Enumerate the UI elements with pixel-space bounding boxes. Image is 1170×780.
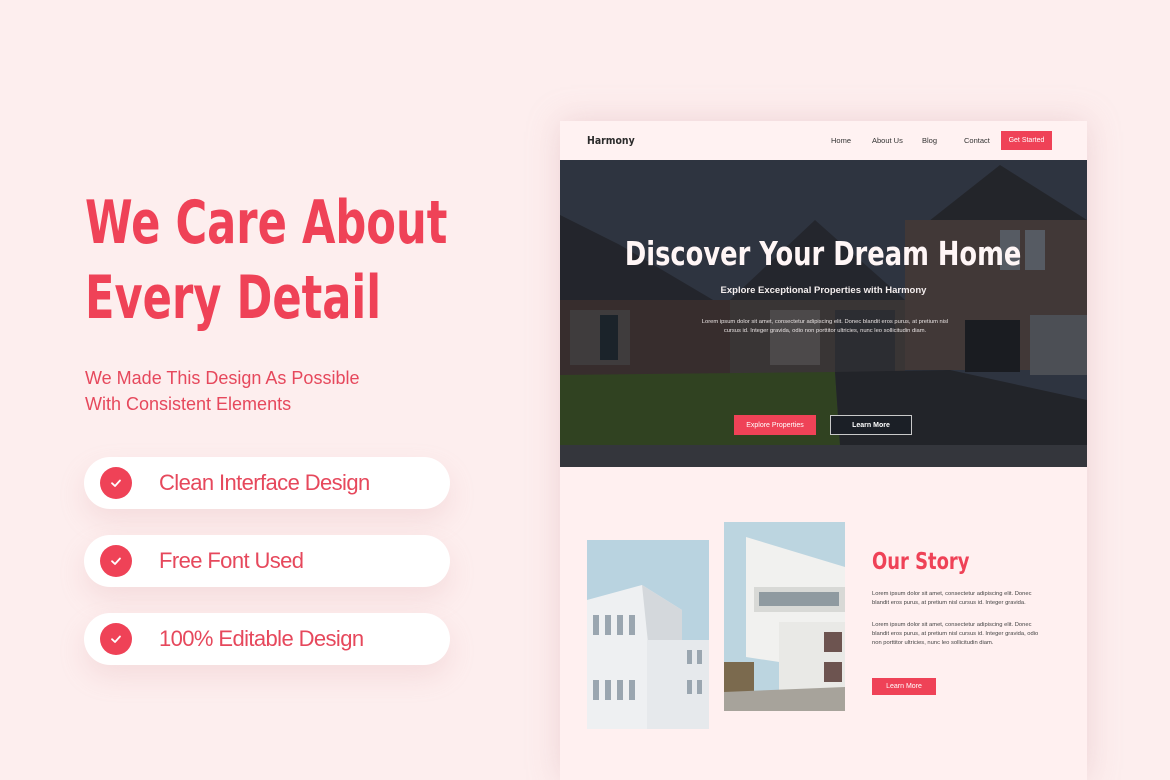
promo-title-line2: Every Detail [85,263,382,333]
hero-section: Discover Your Dream Home Explore Excepti… [560,160,1087,467]
check-icon [100,467,132,499]
website-mockup: Harmony Home About Us Blog Contact Get S… [560,121,1087,780]
logo[interactable]: Harmony [587,134,635,147]
story-title: Our Story [872,549,970,575]
promo-title: We Care About Every Detail [85,186,447,336]
check-icon [100,623,132,655]
feature-item: Free Font Used [84,535,450,587]
story-building-image-2 [724,522,845,711]
get-started-button[interactable]: Get Started [1001,131,1052,150]
promo-subtitle-line1: We Made This Design As Possible [85,368,360,388]
feature-label: Free Font Used [159,548,304,573]
promo-subtitle-line2: With Consistent Elements [85,394,292,414]
hero-body-text: Lorem ipsum dolor sit amet, consectetur … [701,319,949,334]
feature-item: 100% Editable Design [84,613,450,665]
learn-more-button[interactable]: Learn More [830,415,912,435]
check-icon [100,545,132,577]
story-paragraph-1: Lorem ipsum dolor sit amet, consectetur … [872,591,1032,606]
story-paragraph-2: Lorem ipsum dolor sit amet, consectetur … [872,622,1039,646]
hero-house-image [560,160,1087,467]
hero-subtitle: Explore Exceptional Properties with Harm… [720,285,927,296]
promo-title-line1: We Care About [85,188,448,258]
nav-link-about[interactable]: About Us [872,136,903,145]
nav-link-blog[interactable]: Blog [922,136,937,145]
story-learn-more-button[interactable]: Learn More [872,678,936,695]
story-building-image-1 [587,540,709,729]
nav-link-home[interactable]: Home [831,136,851,145]
feature-list: Clean Interface Design Free Font Used 10… [84,457,450,691]
feature-label: Clean Interface Design [159,470,370,495]
explore-properties-button[interactable]: Explore Properties [734,415,816,435]
hero-title: Discover Your Dream Home [625,234,1022,273]
promo-subtitle: We Made This Design As Possible With Con… [85,365,359,417]
nav-link-contact[interactable]: Contact [964,136,990,145]
navbar: Harmony Home About Us Blog Contact Get S… [560,121,1087,160]
feature-label: 100% Editable Design [159,626,364,651]
feature-item: Clean Interface Design [84,457,450,509]
